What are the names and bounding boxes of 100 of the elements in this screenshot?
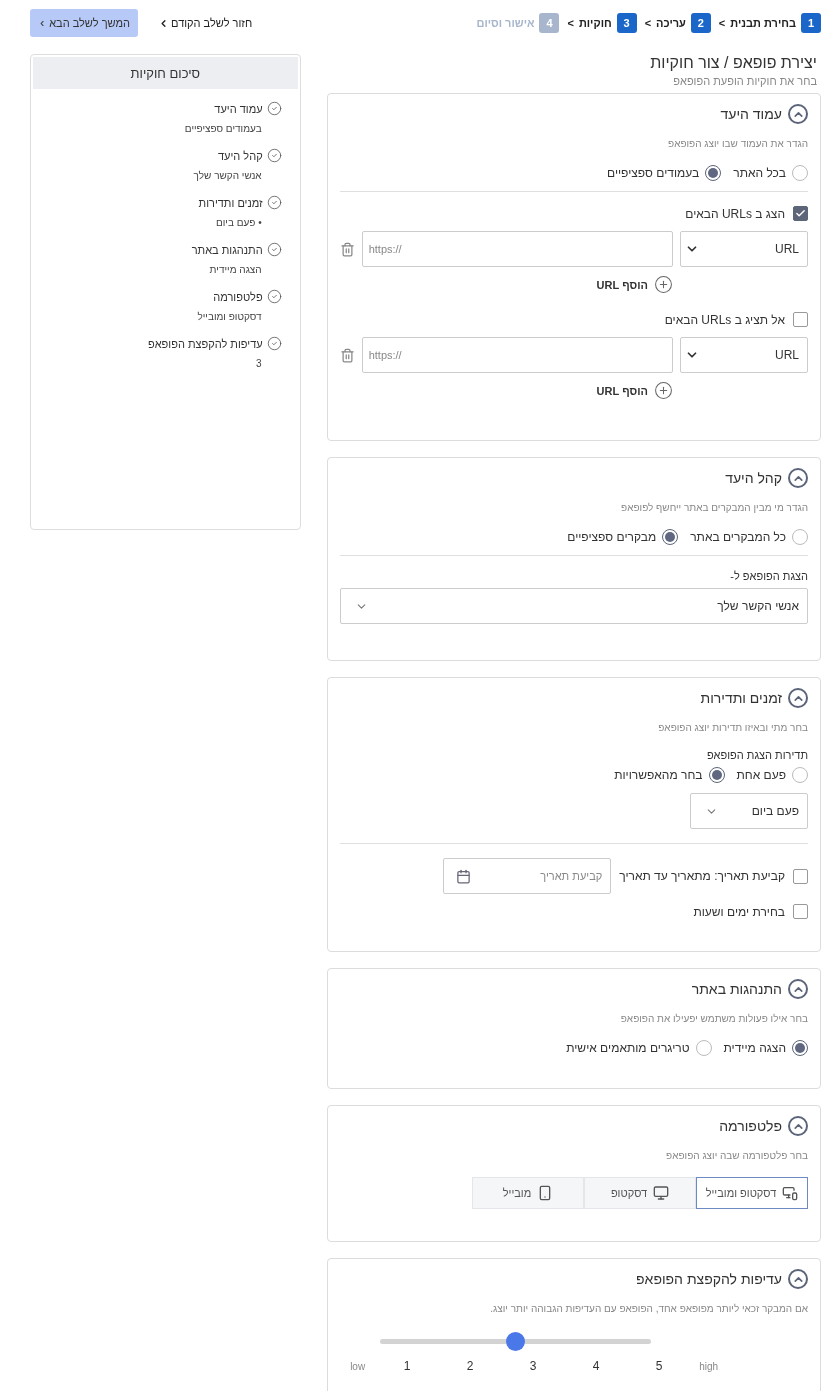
radio-option[interactable]: בעמודים ספציפיים [607, 165, 722, 181]
summary-item-title: עמוד היעד [214, 102, 263, 115]
radio-option[interactable]: כל המבקרים באתר [690, 529, 808, 545]
url-input[interactable]: https:// [361, 337, 673, 373]
collapse-button[interactable] [788, 979, 808, 999]
scale-number: 5 [654, 1359, 664, 1373]
collapse-button[interactable] [788, 104, 808, 124]
option-label: כל המבקרים באתר [690, 530, 786, 544]
collapse-button[interactable] [788, 1269, 808, 1289]
check-icon [266, 336, 282, 351]
checkbox[interactable] [793, 312, 808, 327]
section-title: עדיפות להקפצת הפופאפ [636, 1271, 782, 1287]
summary-item-value: 3 [255, 358, 263, 369]
type-select[interactable]: URL [680, 337, 808, 373]
collapse-button[interactable] [788, 688, 808, 708]
dropdown[interactable]: אנשי הקשר שלך [339, 588, 808, 624]
page-title: יצירת פופאפ / צור חוקיות [649, 54, 818, 72]
checkbox-label: בחירת ימים ושעות [693, 904, 785, 919]
section-description: הגדר מי מבין המבקרים באתר ייחשף לפופאפ [620, 502, 808, 513]
radio-option[interactable]: בחר מהאפשרויות [614, 767, 725, 783]
summary-item-title: התנהגות באתר [191, 243, 263, 256]
slider-track[interactable] [379, 1332, 651, 1351]
summary-item-value: בעמודים ספציפיים [183, 123, 263, 134]
trash-icon[interactable] [339, 347, 355, 363]
step-number: 1 [801, 13, 821, 33]
check-icon [795, 208, 806, 219]
summary-item-value: • פעם ביום [214, 217, 263, 228]
summary-item-value: דסקטופ ומובייל [196, 311, 263, 322]
radio-option[interactable]: טריגרים מותאמים אישית [566, 1040, 712, 1056]
section-title: עמוד היעד [720, 106, 782, 122]
field-label: תדירות הצגת הפופאפ [705, 749, 808, 761]
section-description: בחר מתי ובאיזו תדירות יוצג הפופאפ [657, 722, 808, 733]
option-label: מבקרים ספציפיים [567, 530, 657, 544]
step-separator: > [567, 17, 574, 29]
option-label: בכל האתר [733, 166, 786, 180]
section-title: פלטפורמה [719, 1118, 782, 1134]
checkbox[interactable] [793, 206, 808, 221]
checkbox-label: הצג ב URLs הבאים [685, 206, 785, 221]
summary-item-value: הצגה מיידית [208, 264, 263, 275]
scale-number: 3 [528, 1359, 538, 1373]
radio-option[interactable]: הצגה מיידית [723, 1040, 808, 1056]
option-label: הצגה מיידית [723, 1041, 786, 1055]
next-button[interactable]: המשך לשלב הבא [30, 9, 138, 37]
checkbox[interactable] [793, 868, 808, 884]
field-label: הצגת הפופאפ ל- [729, 570, 808, 582]
type-select[interactable]: URL [680, 231, 808, 267]
scale-number: 4 [591, 1359, 601, 1373]
platform-option[interactable]: מובייל [472, 1177, 584, 1209]
plus-icon [654, 275, 673, 294]
calendar-icon [456, 868, 472, 884]
platform-option[interactable]: דסקטופ [584, 1177, 696, 1209]
radio-option[interactable]: פעם אחת [736, 767, 808, 783]
checkbox-label: אל תציג ב URLs הבאים [664, 312, 785, 327]
platform-option[interactable]: דסקטופ ומובייל [696, 1177, 808, 1209]
plus-icon [654, 381, 673, 400]
radio-option[interactable]: בכל האתר [733, 165, 808, 181]
check-icon [266, 101, 282, 116]
summary-item-title: קהל היעד [218, 149, 263, 162]
url-input[interactable]: https:// [361, 231, 673, 267]
section-description: אם המבקר זכאי ליותר מפופאפ אחד, הפופאפ עם העדיפות הגבוהה יותר יוצג. [489, 1303, 808, 1314]
collapse-button[interactable] [788, 1116, 808, 1136]
scale-label: low [349, 1360, 367, 1372]
option-label: טריגרים מותאמים אישית [566, 1041, 690, 1055]
date-field[interactable]: קביעת תאריך [443, 858, 612, 894]
section-description: הגדר את העמוד שבו יוצג הפופאפ [667, 138, 808, 149]
step-separator: > [644, 17, 652, 29]
scale-number: 2 [465, 1359, 475, 1373]
step-label: חוקיות [578, 17, 612, 29]
radio-option[interactable]: מבקרים ספציפיים [567, 529, 679, 545]
step-separator: > [718, 17, 726, 29]
back-button[interactable]: חזור לשלב הקודם [158, 11, 253, 35]
section-title: קהל היעד [725, 470, 782, 486]
summary-item-title: עדיפות להקפצת הפופאפ [148, 337, 263, 350]
section-description: בחר פלטפורמה שבה יוצג הפופאפ [665, 1150, 808, 1161]
dropdown[interactable]: פעם ביום [690, 793, 808, 829]
step-number: 4 [539, 13, 560, 33]
checkbox[interactable] [793, 904, 808, 919]
step-label: בחירת תבנית [730, 17, 796, 29]
summary-title: סיכום חוקיות [33, 57, 298, 89]
collapse-button[interactable] [788, 468, 808, 488]
checkbox-label: קביעת תאריך: מתאריך עד תאריך [619, 869, 785, 883]
check-icon [266, 242, 282, 257]
section-title: התנהגות באתר [691, 981, 782, 997]
option-label: בחר מהאפשרויות [614, 768, 703, 782]
add-url-button[interactable]: הוסף URL [596, 275, 673, 294]
slider-thumb[interactable] [506, 1332, 526, 1351]
summary-item-title: זמנים ותדירות [198, 196, 263, 209]
step-number: 3 [616, 13, 637, 33]
option-label: פעם אחת [736, 768, 786, 782]
option-label: בעמודים ספציפיים [607, 166, 700, 180]
step-number: 2 [690, 13, 711, 33]
summary-item-value: אנשי הקשר שלך [192, 170, 263, 181]
check-icon [266, 148, 282, 163]
scale-number: 1 [402, 1359, 412, 1373]
check-icon [266, 289, 282, 304]
section-description: בחר אילו פעולות משתמש יפעילו את הפופאפ [619, 1013, 808, 1024]
section-title: זמנים ותדירות [700, 690, 782, 706]
page-subtitle: בחר את חוקיות הופעת הפופאפ [672, 75, 818, 87]
trash-icon[interactable] [339, 241, 355, 257]
add-url-button[interactable]: הוסף URL [596, 381, 673, 400]
